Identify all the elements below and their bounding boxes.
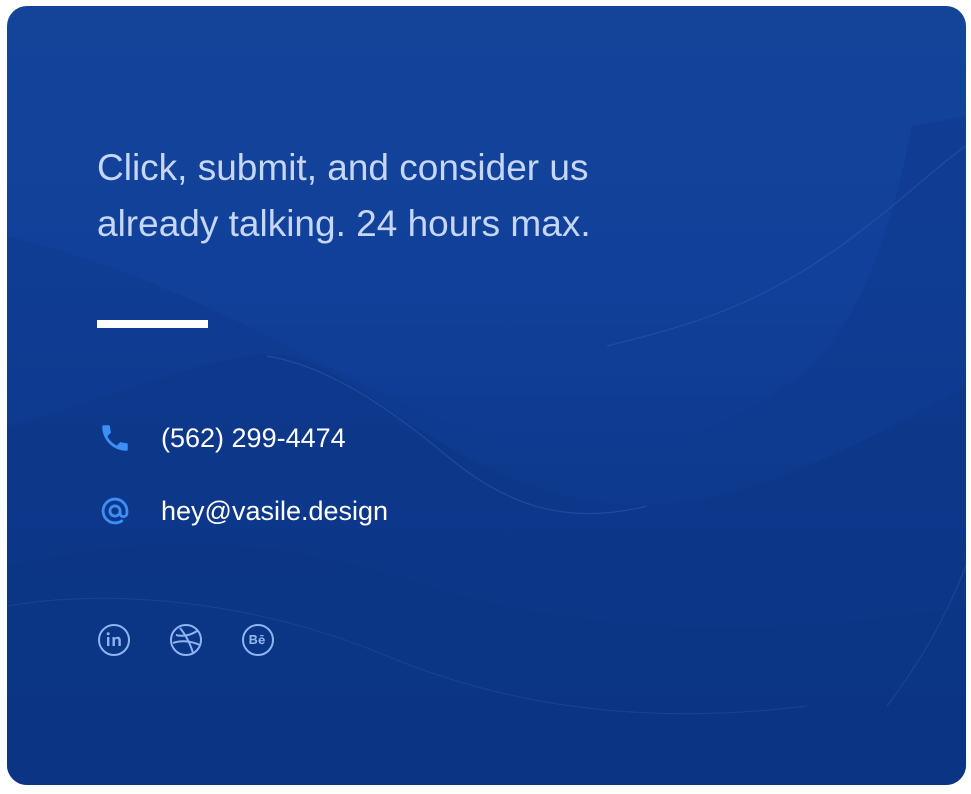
phone-icon (97, 420, 133, 456)
behance-icon[interactable] (241, 623, 275, 657)
dribbble-icon[interactable] (169, 623, 203, 657)
divider (97, 320, 208, 328)
email-contact[interactable]: hey@vasile.design (97, 491, 388, 531)
linkedin-icon[interactable] (97, 623, 131, 657)
background-waves (7, 116, 966, 785)
email-address: hey@vasile.design (161, 495, 389, 526)
contact-card: Click, submit, and consider us already t… (7, 6, 966, 785)
phone-number: (562) 299-4474 (161, 422, 346, 453)
social-links (97, 623, 275, 657)
phone-contact[interactable]: (562) 299-4474 (97, 418, 346, 458)
at-icon (97, 493, 133, 529)
headline-line-2: already talking. 24 hours max. (97, 203, 591, 244)
headline: Click, submit, and consider us already t… (97, 140, 697, 252)
headline-line-1: Click, submit, and consider us (97, 147, 589, 188)
